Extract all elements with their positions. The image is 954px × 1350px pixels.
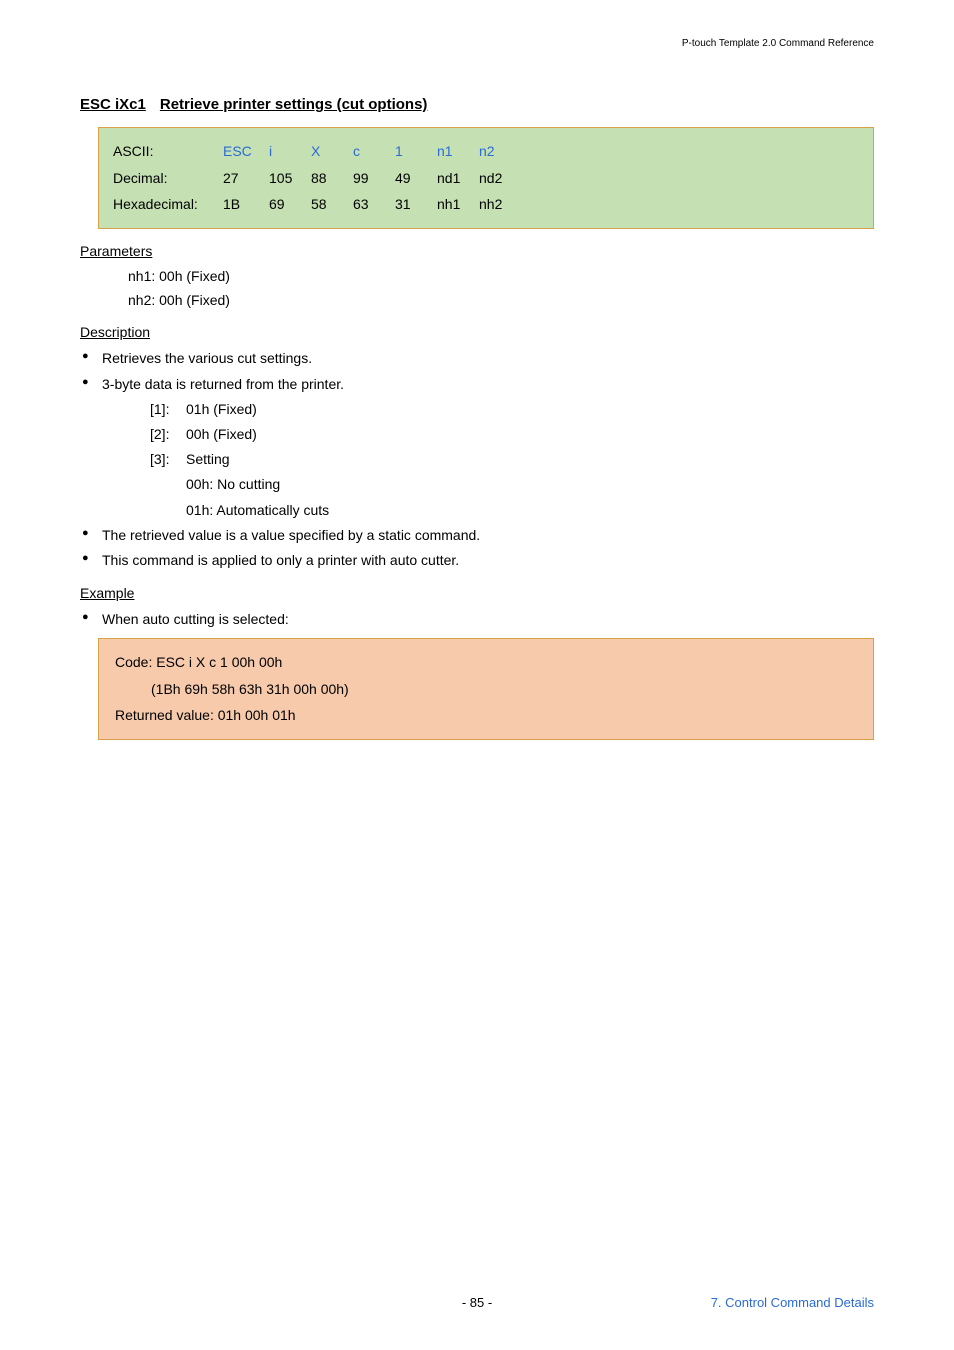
cell: nd2	[479, 165, 521, 192]
byte-val: Setting	[186, 447, 230, 472]
cell: 69	[269, 191, 311, 218]
bullet-text: When auto cutting is selected:	[102, 611, 289, 627]
byte-row: [2]: 00h (Fixed)	[150, 422, 874, 447]
param-line: nh2: 00h (Fixed)	[128, 289, 874, 313]
parameters-head: Parameters	[80, 243, 874, 259]
byte-row: [1]: 01h (Fixed)	[150, 397, 874, 422]
example-box: Code: ESC i X c 1 00h 00h (1Bh 69h 58h 6…	[98, 638, 874, 740]
bullet-text: 3-byte data is returned from the printer…	[102, 376, 344, 392]
example-line: Returned value: 01h 00h 01h	[115, 702, 857, 729]
description-head: Description	[80, 324, 874, 340]
bullet-text: Retrieves the various cut settings.	[102, 350, 312, 366]
cell: 88	[311, 165, 353, 192]
row-label: ASCII:	[113, 138, 223, 165]
cell: nh2	[479, 191, 521, 218]
title-desc: Retrieve printer settings (cut options)	[160, 96, 428, 113]
bullet-text: This command is applied to only a printe…	[102, 552, 459, 568]
cell: 99	[353, 165, 395, 192]
footer-section: 7. Control Command Details	[711, 1295, 874, 1310]
code-row-decimal: Decimal: 27 105 88 99 49 nd1 nd2	[113, 165, 859, 192]
byte-val: 01h (Fixed)	[186, 397, 257, 422]
cell: 105	[269, 165, 311, 192]
cell: i	[269, 138, 311, 165]
example-list: When auto cutting is selected:	[80, 607, 874, 632]
cell: 63	[353, 191, 395, 218]
byte-label: [3]:	[150, 447, 186, 472]
footer: - 85 - 7. Control Command Details	[0, 1295, 954, 1310]
cell: 31	[395, 191, 437, 218]
cell: 27	[223, 165, 269, 192]
cell: 1B	[223, 191, 269, 218]
byte-list: [1]: 01h (Fixed) [2]: 00h (Fixed) [3]: S…	[150, 397, 874, 523]
cell: c	[353, 138, 395, 165]
bullet-item: This command is applied to only a printe…	[80, 548, 874, 573]
example-head: Example	[80, 585, 874, 601]
description-list: Retrieves the various cut settings. 3-by…	[80, 346, 874, 573]
cell: 58	[311, 191, 353, 218]
byte-extra: 01h: Automatically cuts	[186, 498, 874, 523]
byte-label: [1]:	[150, 397, 186, 422]
example-line: Code: ESC i X c 1 00h 00h	[115, 649, 857, 676]
row-label: Hexadecimal:	[113, 191, 223, 218]
cell: nd1	[437, 165, 479, 192]
cell: 1	[395, 138, 437, 165]
cell: n1	[437, 138, 479, 165]
code-row-hex: Hexadecimal: 1B 69 58 63 31 nh1 nh2	[113, 191, 859, 218]
code-table: ASCII: ESC i X c 1 n1 n2 Decimal: 27 105…	[98, 127, 874, 229]
cell: nh1	[437, 191, 479, 218]
title-cmd: ESC iXc1	[80, 96, 146, 113]
byte-val: 00h (Fixed)	[186, 422, 257, 447]
byte-extra: 00h: No cutting	[186, 472, 874, 497]
header-right: P-touch Template 2.0 Command Reference	[682, 38, 874, 49]
byte-label: [2]:	[150, 422, 186, 447]
param-line: nh1: 00h (Fixed)	[128, 265, 874, 289]
cell: 49	[395, 165, 437, 192]
example-line: (1Bh 69h 58h 63h 31h 00h 00h)	[151, 676, 857, 703]
cell: n2	[479, 138, 521, 165]
bullet-item: 3-byte data is returned from the printer…	[80, 372, 874, 523]
cell: ESC	[223, 138, 269, 165]
cell: X	[311, 138, 353, 165]
row-label: Decimal:	[113, 165, 223, 192]
bullet-item: Retrieves the various cut settings.	[80, 346, 874, 371]
byte-row: [3]: Setting	[150, 447, 874, 472]
page-title: ESC iXc1 Retrieve printer settings (cut o…	[80, 96, 874, 113]
bullet-text: The retrieved value is a value specified…	[102, 527, 480, 543]
bullet-item: The retrieved value is a value specified…	[80, 523, 874, 548]
code-row-ascii: ASCII: ESC i X c 1 n1 n2	[113, 138, 859, 165]
bullet-item: When auto cutting is selected:	[80, 607, 874, 632]
